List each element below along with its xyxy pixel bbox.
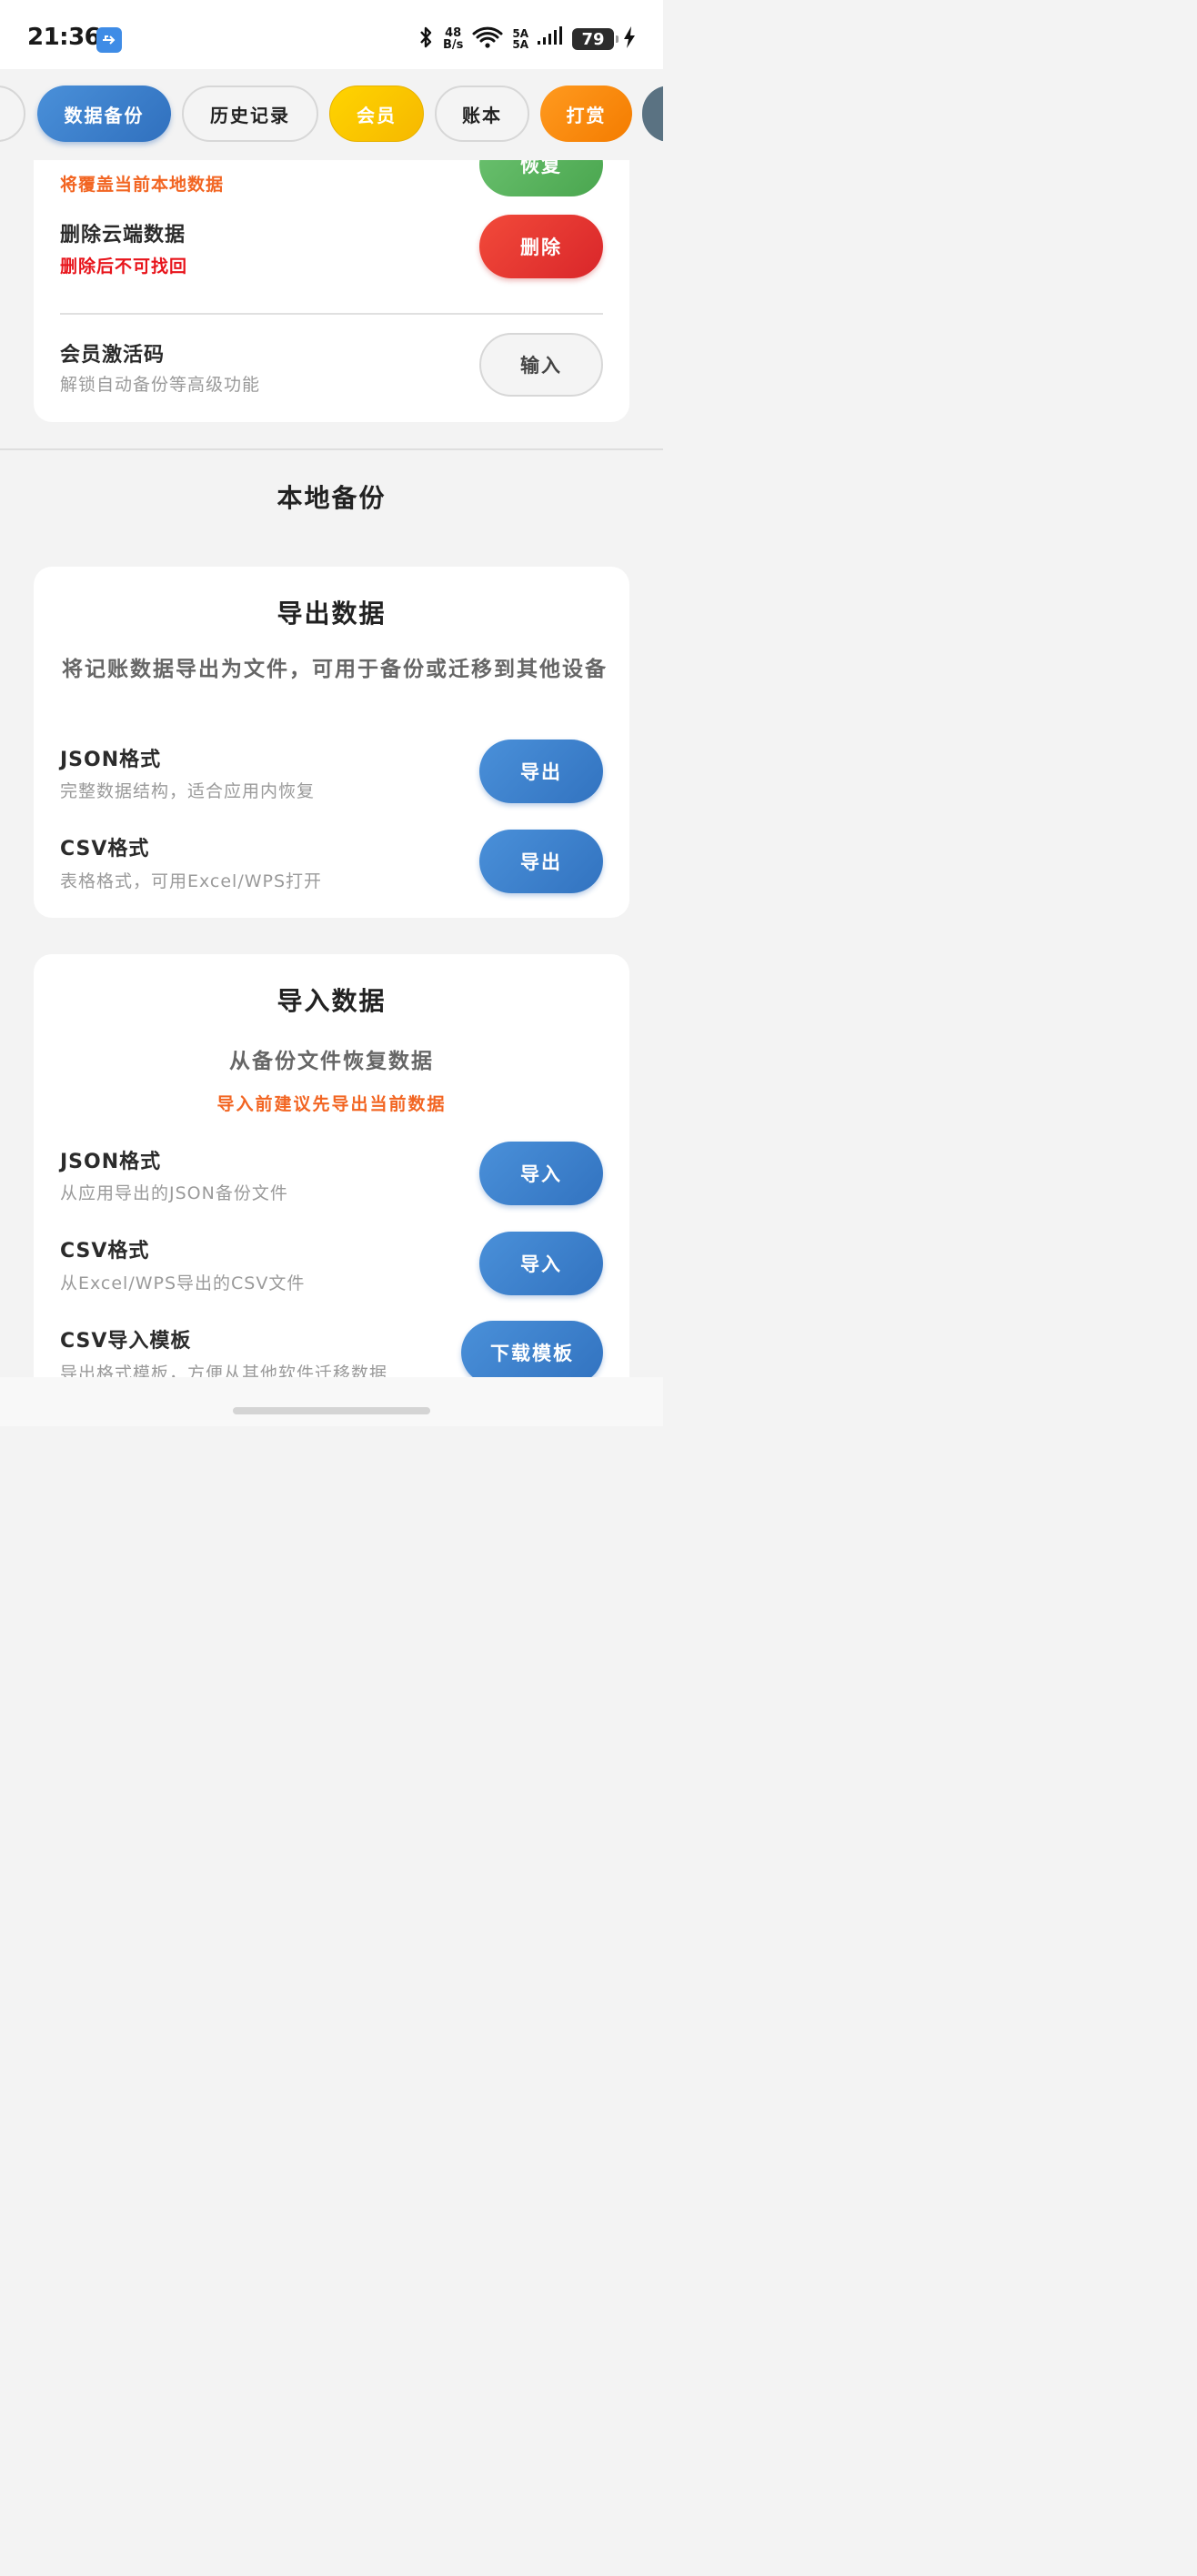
status-icons: 48 B/s 5A 5A 79 <box>417 24 636 55</box>
delete-cloud-title: 删除云端数据 <box>60 224 186 247</box>
input-code-button[interactable]: 输入 <box>479 333 603 397</box>
status-time: 21:36 <box>27 24 101 51</box>
scroll-content[interactable]: 将覆盖当前本地数据 恢复 删除云端数据 删除后不可找回 删除 会员激活码 解锁自… <box>0 160 663 1377</box>
tab-history[interactable]: 历史记录 <box>182 86 318 142</box>
csv-template-sub: 导出格式模板，方便从其他软件迁移数据 <box>60 1363 388 1377</box>
tab-partial-right[interactable] <box>642 86 663 142</box>
restore-warning: 将覆盖当前本地数据 <box>60 175 225 195</box>
export-csv-button[interactable]: 导出 <box>479 830 603 893</box>
import-warning: 导入前建议先导出当前数据 <box>216 1094 447 1114</box>
tab-ledger[interactable]: 账本 <box>435 86 529 142</box>
tab-partial-left[interactable] <box>0 86 25 142</box>
status-bar: 21:36 48 B/s 5A 5A 79 <box>0 0 663 69</box>
signal-icon <box>538 26 563 52</box>
export-card: 导出数据 将记账数据导出为文件，可用于备份或迁移到其他设备 JSON格式 完整数… <box>34 567 629 918</box>
signal-label-2: 5A <box>512 38 528 51</box>
member-code-sub: 解锁自动备份等高级功能 <box>60 375 261 395</box>
battery-level: 79 <box>581 29 605 49</box>
delete-button[interactable]: 删除 <box>479 215 603 278</box>
import-description: 从备份文件恢复数据 <box>229 1050 434 1073</box>
tab-data-backup[interactable]: 数据备份 <box>37 86 171 142</box>
tab-bar: 数据备份 历史记录 会员 账本 打赏 <box>0 69 663 160</box>
export-title: 导出数据 <box>277 599 387 629</box>
download-template-button[interactable]: 下载模板 <box>461 1321 603 1377</box>
battery-icon: 79 <box>572 28 619 50</box>
system-nav-bar <box>0 1377 663 1426</box>
import-json-sub: 从应用导出的JSON备份文件 <box>60 1183 288 1203</box>
section-separator <box>0 448 663 450</box>
import-json-button[interactable]: 导入 <box>479 1142 603 1205</box>
home-indicator[interactable] <box>233 1407 430 1414</box>
import-csv-button[interactable]: 导入 <box>479 1232 603 1295</box>
member-code-title: 会员激活码 <box>60 344 166 367</box>
restore-button[interactable]: 恢复 <box>479 160 603 196</box>
import-title: 导入数据 <box>277 986 387 1016</box>
import-json-title: JSON格式 <box>60 1151 162 1173</box>
delete-cloud-warning: 删除后不可找回 <box>60 257 188 277</box>
tab-donate[interactable]: 打赏 <box>540 86 632 142</box>
tab-membership[interactable]: 会员 <box>329 86 424 142</box>
export-csv-title: CSV格式 <box>60 838 150 860</box>
export-json-sub: 完整数据结构，适合应用内恢复 <box>60 781 316 801</box>
export-json-title: JSON格式 <box>60 749 162 771</box>
local-backup-title: 本地备份 <box>277 483 387 513</box>
import-card: 导入数据 从备份文件恢复数据 导入前建议先导出当前数据 JSON格式 从应用导出… <box>34 954 629 1377</box>
network-speed-unit: B/s <box>442 38 464 52</box>
export-description: 将记账数据导出为文件，可用于备份或迁移到其他设备 <box>62 658 608 681</box>
divider <box>60 313 603 315</box>
signal-labels: 5A 5A <box>512 28 528 50</box>
usb-icon <box>96 27 122 53</box>
export-csv-sub: 表格格式，可用Excel/WPS打开 <box>60 871 323 891</box>
cloud-backup-card: 将覆盖当前本地数据 恢复 删除云端数据 删除后不可找回 删除 会员激活码 解锁自… <box>34 160 629 422</box>
network-speed: 48 B/s <box>443 27 463 51</box>
csv-template-title: CSV导入模板 <box>60 1330 192 1353</box>
export-json-button[interactable]: 导出 <box>479 740 603 803</box>
wifi-icon <box>472 25 503 53</box>
bluetooth-icon <box>417 25 434 53</box>
charging-icon <box>623 26 636 52</box>
import-csv-title: CSV格式 <box>60 1240 150 1263</box>
import-csv-sub: 从Excel/WPS导出的CSV文件 <box>60 1273 306 1293</box>
